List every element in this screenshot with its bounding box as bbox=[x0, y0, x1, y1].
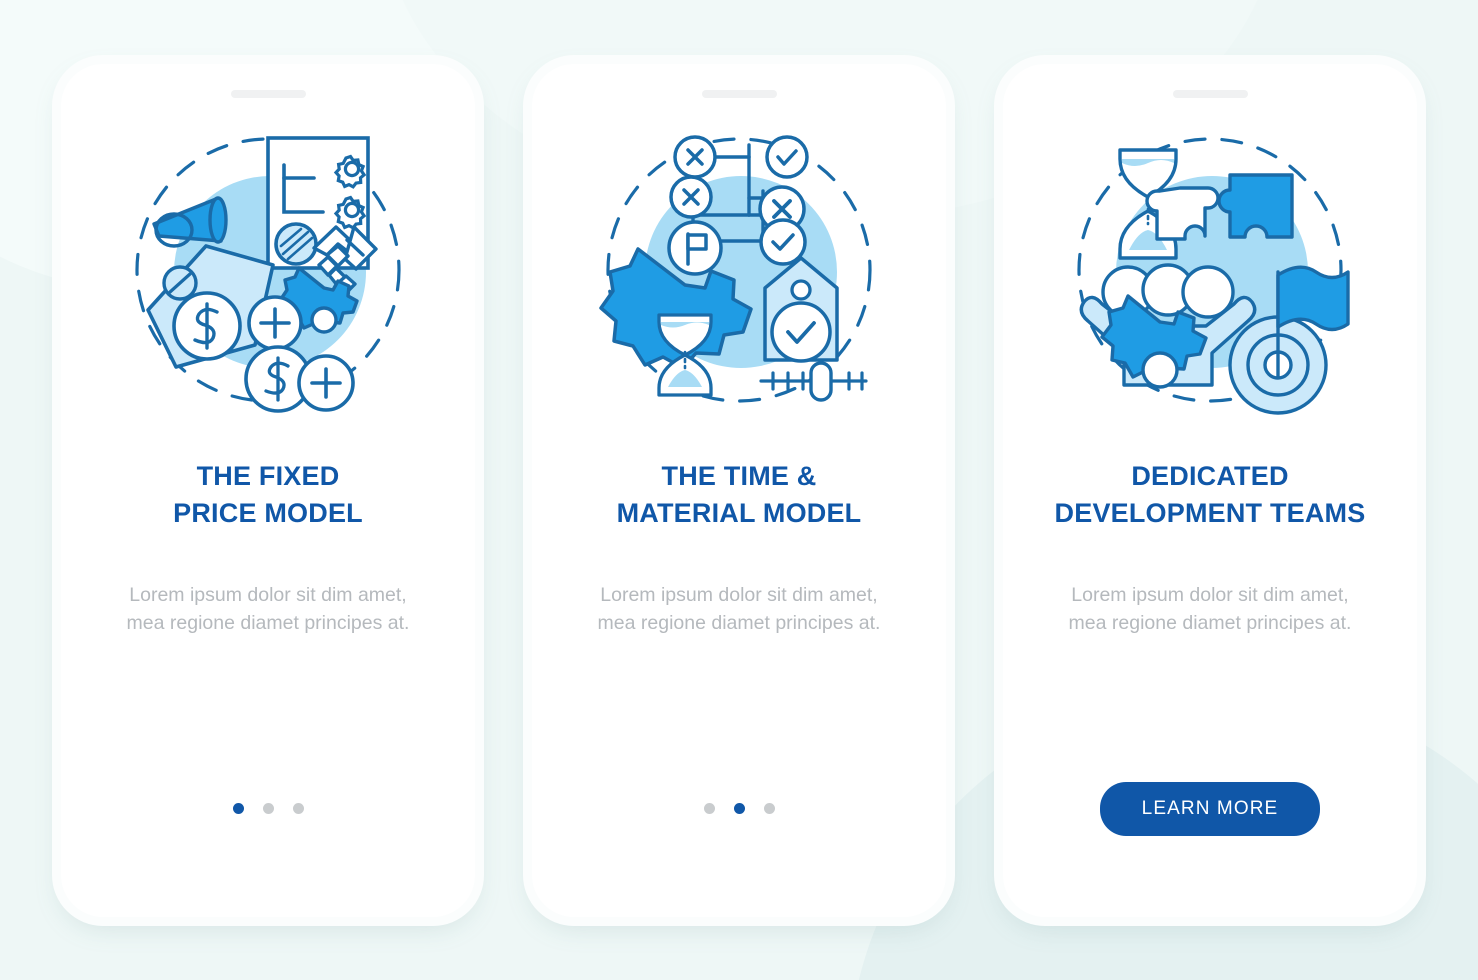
dedicated-teams-illustration bbox=[1060, 120, 1360, 420]
pagination-dot-3[interactable] bbox=[292, 803, 304, 814]
page-title-line-1: THE TIME & bbox=[661, 460, 817, 491]
page-title: THE TIME & MATERIAL MODEL bbox=[569, 458, 909, 534]
pagination-dots[interactable] bbox=[232, 803, 304, 814]
phone-speaker-bar bbox=[701, 89, 777, 98]
pagination-dot-2[interactable] bbox=[733, 803, 745, 814]
phone-speaker-bar bbox=[1172, 89, 1248, 98]
page-title-line-2: MATERIAL MODEL bbox=[616, 498, 862, 529]
page-title-line-1: DEDICATED bbox=[1131, 460, 1289, 491]
page-title: DEDICATED DEVELOPMENT TEAMS bbox=[1040, 458, 1380, 534]
page-subtitle: Lorem ipsum dolor sit dim amet, mea regi… bbox=[1068, 584, 1352, 635]
phone-screen-fixed-price-model: THE FIXED PRICE MODEL Lorem ipsum dolor … bbox=[61, 63, 475, 917]
phone-screen-dedicated-development-teams: DEDICATED DEVELOPMENT TEAMS Lorem ipsum … bbox=[1003, 63, 1417, 917]
page-title: THE FIXED PRICE MODEL bbox=[98, 458, 438, 534]
pagination-dots[interactable] bbox=[703, 803, 775, 814]
onboarding-screens-mockup: THE FIXED PRICE MODEL Lorem ipsum dolor … bbox=[0, 0, 1478, 980]
phone-mockup-row: THE FIXED PRICE MODEL Lorem ipsum dolor … bbox=[0, 0, 1478, 980]
page-title-line-1: THE FIXED bbox=[196, 460, 340, 491]
pagination-dot-1[interactable] bbox=[232, 803, 244, 814]
fixed-price-illustration bbox=[118, 120, 418, 420]
time-material-illustration bbox=[589, 120, 889, 420]
learn-more-button[interactable]: LEARN MORE bbox=[1099, 781, 1321, 836]
phone-screen-time-material-model: THE TIME & MATERIAL MODEL Lorem ipsum do… bbox=[532, 63, 946, 917]
page-subtitle: Lorem ipsum dolor sit dim amet, mea regi… bbox=[597, 584, 881, 635]
pagination-dot-2[interactable] bbox=[262, 803, 274, 814]
phone-speaker-bar bbox=[230, 89, 306, 98]
page-title-line-2: PRICE MODEL bbox=[173, 498, 363, 529]
page-subtitle: Lorem ipsum dolor sit dim amet, mea regi… bbox=[126, 584, 410, 635]
pagination-dot-1[interactable] bbox=[703, 803, 715, 814]
bottom-area bbox=[703, 783, 775, 835]
bottom-area: LEARN MORE bbox=[1099, 781, 1321, 836]
pagination-dot-3[interactable] bbox=[763, 803, 775, 814]
bottom-area bbox=[232, 783, 304, 835]
page-title-line-2: DEVELOPMENT TEAMS bbox=[1054, 498, 1366, 529]
